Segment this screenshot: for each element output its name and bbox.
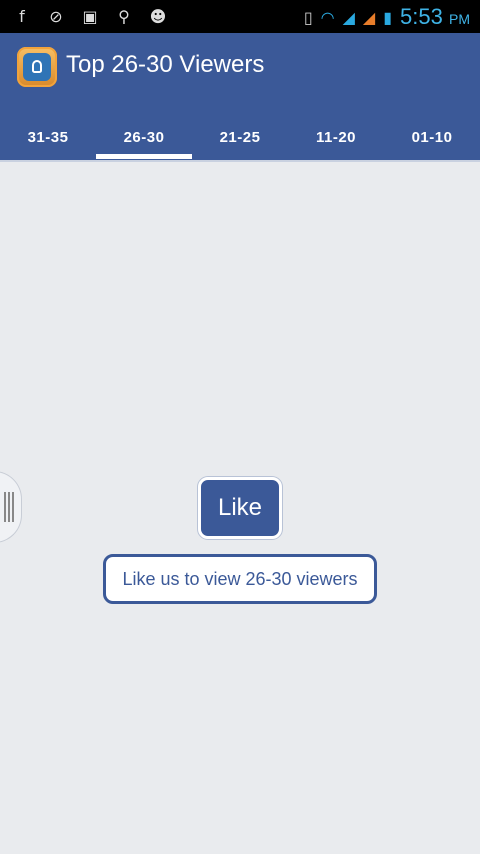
usb-icon: ⚲	[118, 6, 130, 26]
tab-bar: 31-35 26-30 21-25 11-20 01-10	[0, 115, 480, 159]
status-bar-system: ▯ ◠ ◢ ◢ ▮ 5:53 PM	[304, 4, 470, 30]
facebook-icon: f	[19, 6, 25, 26]
android-icon: ☻	[149, 6, 167, 26]
app-icon[interactable]	[17, 47, 57, 87]
app-bar: Top 26-30 Viewers 31-35 26-30 21-25 11-2…	[0, 33, 480, 160]
wifi-icon: ◠	[320, 7, 335, 27]
page-title: Top 26-30 Viewers	[66, 51, 265, 78]
clock: 5:53 PM	[400, 4, 470, 29]
side-drawer-handle[interactable]	[0, 471, 22, 543]
status-bar: f ⊘ ▣ ⚲ ☻ ▯ ◠ ◢ ◢ ▮ 5:53 PM	[0, 0, 480, 33]
drag-handle-icon	[4, 492, 14, 522]
tab-11-20[interactable]: 11-20	[288, 115, 384, 159]
image-icon: ▣	[82, 6, 98, 26]
blocked-icon: ⊘	[49, 6, 63, 26]
battery-charging-icon: ▮	[383, 7, 393, 27]
tab-31-35[interactable]: 31-35	[0, 115, 96, 159]
lock-icon	[23, 53, 51, 81]
like-notice: Like us to view 26-30 viewers	[103, 554, 377, 604]
signal-1-icon: ◢	[342, 7, 355, 27]
tab-26-30[interactable]: 26-30	[96, 115, 192, 159]
tab-21-25[interactable]: 21-25	[192, 115, 288, 159]
like-button[interactable]: Like	[198, 477, 282, 539]
tab-01-10[interactable]: 01-10	[384, 115, 480, 159]
signal-2-icon: ◢	[362, 7, 376, 27]
vibrate-icon: ▯	[303, 7, 313, 27]
divider	[0, 160, 480, 162]
status-bar-notifications: f ⊘ ▣ ⚲ ☻	[12, 6, 168, 26]
